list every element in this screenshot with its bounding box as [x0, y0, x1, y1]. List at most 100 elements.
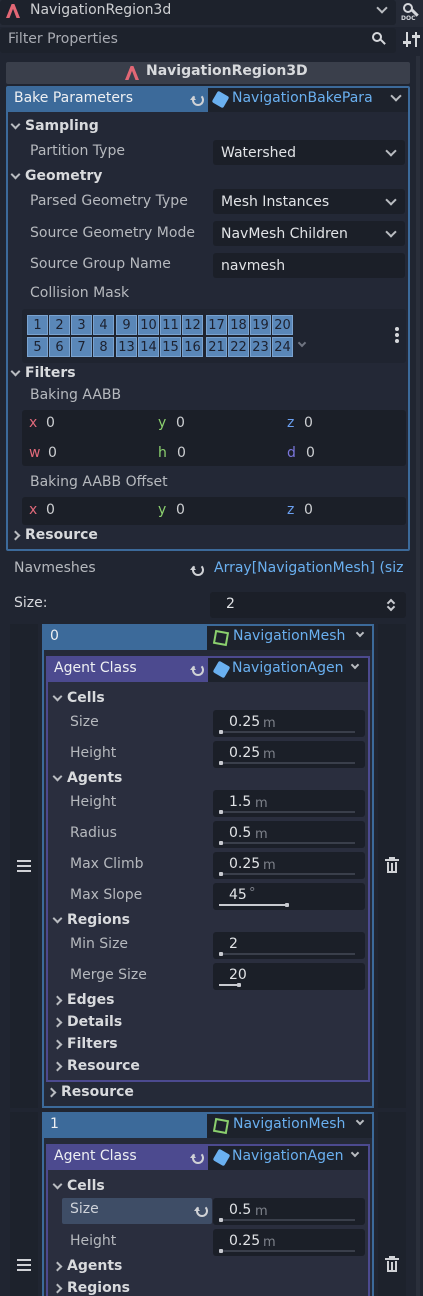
collision-layer-bit[interactable]: 20: [272, 315, 293, 335]
spin-arrows-icon[interactable]: [386, 597, 396, 613]
node-selector[interactable]: NavigationRegion3d: [0, 0, 396, 25]
group-name-input[interactable]: navmesh: [213, 253, 405, 278]
collision-layer-bit[interactable]: 16: [182, 337, 203, 357]
revert-icon[interactable]: [190, 1152, 204, 1164]
section-filters[interactable]: Filters: [10, 365, 76, 381]
trash-icon[interactable]: [385, 1256, 399, 1273]
collision-layer-bit[interactable]: 2: [49, 315, 70, 335]
collision-layer-bit[interactable]: 8: [93, 337, 114, 357]
collision-layer-bit[interactable]: 12: [182, 315, 203, 335]
collision-layer-bit[interactable]: 3: [71, 315, 92, 335]
drag-handle-icon[interactable]: [17, 860, 31, 872]
collision-layer-bit[interactable]: 10: [138, 315, 159, 335]
collision-layer-bit[interactable]: 13: [116, 337, 137, 357]
collision-layer-bit[interactable]: 6: [49, 337, 70, 357]
scrollbar[interactable]: [416, 56, 420, 1296]
collision-layer-bit[interactable]: 22: [228, 337, 249, 357]
slider-knob[interactable]: [219, 761, 223, 765]
max-climb-spinbox[interactable]: 0.25 m: [213, 852, 365, 879]
drag-handle-icon[interactable]: [17, 1259, 31, 1271]
section-regions[interactable]: Regions: [52, 1280, 130, 1296]
aabb-d-value[interactable]: 0: [306, 445, 315, 461]
agent-class-header[interactable]: Agent Class: [48, 1146, 208, 1170]
merge-size-spinbox[interactable]: 20: [213, 963, 365, 990]
slider-knob[interactable]: [219, 1218, 223, 1222]
collision-layer-bit[interactable]: 4: [93, 315, 114, 335]
aabb-z-value[interactable]: 0: [304, 415, 313, 431]
cell-size-spinbox[interactable]: 0.25 m: [213, 710, 365, 737]
collision-layer-bit[interactable]: 1: [27, 315, 48, 335]
section-geometry[interactable]: Geometry: [10, 168, 102, 184]
collision-layer-bit[interactable]: 23: [250, 337, 271, 357]
revert-icon[interactable]: [194, 1205, 208, 1217]
cell-size-spinbox[interactable]: 0.5 m: [213, 1198, 365, 1225]
collision-layer-bit[interactable]: 9: [116, 315, 137, 335]
agent-class-header[interactable]: Agent Class: [48, 658, 208, 682]
bake-resource-picker[interactable]: NavigationBakePara: [208, 88, 408, 112]
slider-knob[interactable]: [285, 903, 289, 907]
slider-knob[interactable]: [219, 872, 223, 876]
slider-knob[interactable]: [219, 841, 223, 845]
source-mode-dropdown[interactable]: NavMesh Children: [213, 221, 405, 246]
collision-layer-bit[interactable]: 24: [272, 337, 293, 357]
trash-icon[interactable]: [385, 857, 399, 874]
revert-icon[interactable]: [190, 664, 204, 676]
aabb-x-value[interactable]: 0: [46, 415, 55, 431]
doc-icon[interactable]: DOC: [401, 2, 421, 22]
section-filters[interactable]: Filters: [52, 1036, 118, 1052]
collision-layer-bit[interactable]: 18: [228, 315, 249, 335]
section-resource[interactable]: Resource: [10, 527, 98, 543]
section-cells[interactable]: Cells: [52, 690, 105, 706]
bake-header[interactable]: Bake Parameters: [8, 88, 208, 112]
more-options-icon[interactable]: [395, 327, 399, 343]
slider-knob[interactable]: [219, 952, 223, 956]
revert-icon[interactable]: [190, 94, 204, 106]
partition-type-dropdown[interactable]: Watershed: [213, 140, 405, 165]
section-agents[interactable]: Agents: [52, 1258, 122, 1274]
navmesh-resource-picker[interactable]: NavigationMesh: [207, 626, 372, 650]
collision-layer-bit[interactable]: 11: [160, 315, 181, 335]
aabb-w-value[interactable]: 0: [48, 445, 57, 461]
aabb-h-value[interactable]: 0: [177, 445, 186, 461]
cell-size-row-highlight[interactable]: Size: [62, 1198, 212, 1224]
aabb-y-value[interactable]: 0: [176, 415, 185, 431]
cell-height-spinbox[interactable]: 0.25 m: [213, 1229, 365, 1256]
cell-height-spinbox[interactable]: 0.25 m: [213, 741, 365, 768]
section-resource[interactable]: Resource: [52, 1058, 140, 1074]
agent-resource-picker[interactable]: NavigationAgen: [208, 658, 368, 682]
filter-input[interactable]: Filter Properties: [8, 31, 118, 47]
agent-height-spinbox[interactable]: 1.5 m: [213, 790, 365, 817]
min-size-spinbox[interactable]: 2: [213, 932, 365, 959]
collision-layer-bit[interactable]: 7: [71, 337, 92, 357]
offset-z-value[interactable]: 0: [304, 502, 313, 518]
offset-y-value[interactable]: 0: [176, 502, 185, 518]
section-details[interactable]: Details: [52, 1014, 122, 1030]
collision-layer-bit[interactable]: 14: [138, 337, 159, 357]
parsed-geometry-dropdown[interactable]: Mesh Instances: [213, 189, 405, 214]
section-agents[interactable]: Agents: [52, 770, 122, 786]
slider-knob[interactable]: [219, 1249, 223, 1253]
offset-x-value[interactable]: 0: [46, 502, 55, 518]
revert-icon[interactable]: [190, 564, 204, 576]
navmesh-resource-picker[interactable]: NavigationMesh: [207, 1114, 372, 1138]
collision-layer-bit[interactable]: 21: [206, 337, 227, 357]
collision-layer-bit[interactable]: 5: [27, 337, 48, 357]
section-regions[interactable]: Regions: [52, 912, 130, 928]
agent-resource-picker[interactable]: NavigationAgen: [208, 1146, 368, 1170]
navmeshes-array-button[interactable]: Array[NavigationMesh] (size: [214, 560, 404, 576]
slider-knob[interactable]: [219, 810, 223, 814]
size-spinbox[interactable]: 2: [210, 592, 406, 618]
max-slope-spinbox[interactable]: 45 °: [213, 883, 365, 910]
agent-radius-spinbox[interactable]: 0.5 m: [213, 821, 365, 848]
collision-layer-bit[interactable]: 15: [160, 337, 181, 357]
slider-knob[interactable]: [219, 730, 223, 734]
section-sampling[interactable]: Sampling: [10, 118, 99, 134]
section-edges[interactable]: Edges: [52, 992, 114, 1008]
section-resource[interactable]: Resource: [46, 1084, 134, 1100]
filter-bar[interactable]: Filter Properties: [0, 28, 396, 53]
collision-layer-bit[interactable]: 17: [206, 315, 227, 335]
section-cells[interactable]: Cells: [52, 1178, 105, 1194]
tools-icon[interactable]: [403, 31, 421, 49]
slider-knob[interactable]: [237, 983, 241, 987]
collision-layer-bit[interactable]: 19: [250, 315, 271, 335]
